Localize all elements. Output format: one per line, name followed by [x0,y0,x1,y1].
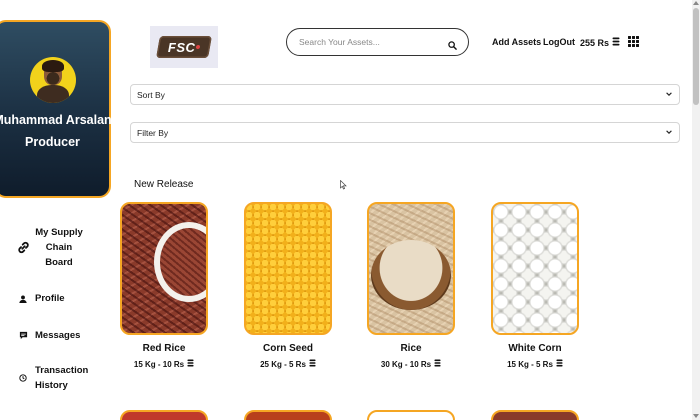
product-card-partial[interactable] [244,410,332,420]
product-price: 25 Kg - 5 Rs [244,359,332,369]
scroll-up-arrow-icon[interactable] [693,1,699,5]
coins-icon [612,37,620,48]
profile-card: Muhammad Arsalan Producer [0,20,112,198]
product-name: Red Rice [142,343,186,354]
sidebar-item-label: Transaction History [35,365,89,391]
search-bar[interactable] [286,28,469,56]
profile-name: Muhammad Arsalan [0,113,112,127]
coins-icon [556,359,563,369]
product-card-white-corn[interactable]: White Corn 15 Kg - 5 Rs [491,202,579,369]
sidebar-item-transaction-history[interactable]: Transaction History [16,363,89,393]
sidebar-item-supply-chain-board[interactable]: My Supply Chain Board [16,225,83,270]
scroll-thumb[interactable] [693,8,699,105]
product-image[interactable] [367,202,455,335]
sidebar-item-label: Profile [35,293,65,304]
add-assets-link[interactable]: Add Assets [492,37,541,47]
chevron-down-icon [665,128,673,138]
link-icon [16,241,30,254]
message-icon [16,331,30,340]
product-price: 15 Kg - 10 Rs [120,359,208,369]
coins-icon [434,359,441,369]
avatar [29,57,76,103]
sidebar-item-messages[interactable]: Messages [16,328,80,343]
coins-icon [187,359,194,369]
section-title-new-release: New Release [134,179,194,190]
product-name: Rice [400,343,422,354]
sidebar-item-profile[interactable]: Profile [16,291,65,306]
product-price-text: 25 Kg - 5 Rs [260,359,306,369]
product-card-red-rice[interactable]: Red Rice 15 Kg - 10 Rs [120,202,208,369]
product-image[interactable] [491,202,579,335]
product-card-partial[interactable] [367,410,455,420]
product-price-text: 15 Kg - 5 Rs [507,359,553,369]
sidebar-item-label: Messages [35,330,81,341]
product-card-partial[interactable] [491,410,579,420]
logo[interactable]: FSC [150,26,218,68]
filter-by-label: Filter By [137,127,169,138]
sort-by-label: Sort By [137,89,165,100]
product-price: 30 Kg - 10 Rs [367,359,455,369]
logout-link[interactable]: LogOut [543,37,575,47]
mouse-cursor-icon [340,180,347,190]
product-image[interactable] [120,202,208,335]
profile-role: Producer [25,135,80,149]
sidebar-item-label: My Supply Chain Board [35,227,83,268]
chevron-down-icon [665,90,673,100]
apps-grid-icon[interactable] [628,36,639,47]
history-icon [16,374,30,382]
scroll-down-arrow-icon[interactable] [693,414,699,418]
product-card-partial[interactable] [120,410,208,420]
product-image[interactable] [244,202,332,335]
filter-by-select[interactable]: Filter By [130,122,680,143]
scrollbar[interactable] [692,0,700,420]
product-card-rice[interactable]: Rice 30 Kg - 10 Rs [367,202,455,369]
coins-icon [309,359,316,369]
user-icon [16,294,30,303]
balance: 255 Rs [580,37,620,48]
search-icon[interactable] [448,37,458,50]
product-name: White Corn [508,343,562,354]
product-card-corn-seed[interactable]: Corn Seed 25 Kg - 5 Rs [244,202,332,369]
balance-value: 255 Rs [580,37,610,48]
product-name: Corn Seed [262,343,313,354]
product-price: 15 Kg - 5 Rs [491,359,579,369]
sort-by-select[interactable]: Sort By [130,84,680,105]
search-input[interactable] [299,37,448,47]
product-price-text: 15 Kg - 10 Rs [133,359,185,369]
logo-text: FSC [167,39,196,55]
product-price-text: 30 Kg - 10 Rs [380,359,432,369]
